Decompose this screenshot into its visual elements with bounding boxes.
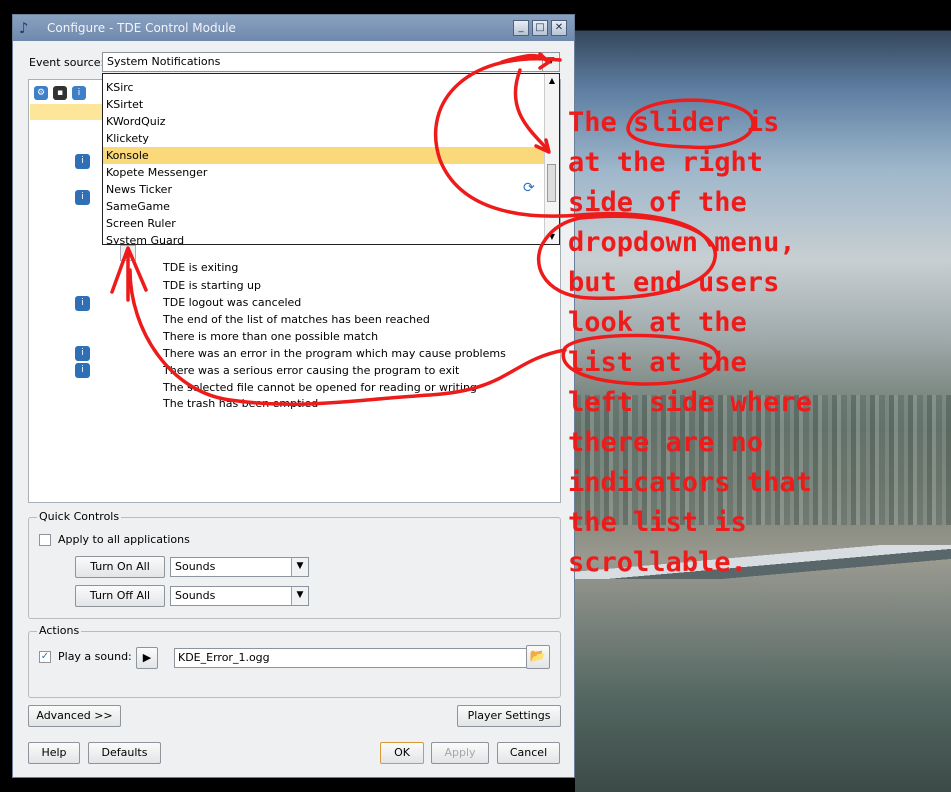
sounds-combo-off[interactable]: Sounds ▼ (170, 586, 309, 606)
info-icon[interactable]: i (72, 86, 86, 100)
chevron-down-icon[interactable]: ▼ (291, 558, 308, 576)
config-icon[interactable]: ⚙ (34, 86, 48, 100)
refresh-icon: ⟳ (523, 180, 535, 196)
dropdown-item[interactable]: Kopete Messenger (103, 164, 546, 181)
sounds-combo-off-value: Sounds (175, 589, 216, 602)
selected-row-highlight (30, 104, 105, 120)
event-row[interactable]: The selected file cannot be opened for r… (163, 381, 477, 394)
event-source-dropdown[interactable]: KSirc KSirtet KWordQuiz Klickety Konsole… (102, 73, 560, 245)
help-button[interactable]: Help (28, 742, 80, 764)
advanced-button[interactable]: Advanced >> (28, 705, 121, 727)
actions-title: Actions (37, 624, 82, 637)
info-icon: i (75, 363, 90, 378)
annotation-text: The slider is at the right side of the d… (568, 107, 829, 578)
row-icon-placeholder (120, 245, 136, 261)
apply-all-checkbox[interactable] (39, 534, 51, 546)
dropdown-item[interactable]: KSirtet (103, 96, 546, 113)
dropdown-scrollbar[interactable]: ▲ ▼ (544, 74, 559, 244)
chevron-down-icon[interactable]: ▼ (291, 587, 308, 605)
dropdown-item[interactable]: Screen Ruler (103, 215, 546, 232)
minimize-button[interactable]: _ (513, 20, 529, 36)
terminal-icon[interactable]: ▪ (53, 86, 67, 100)
play-sound-label: Play a sound: (58, 650, 132, 663)
event-row[interactable]: TDE is starting up (163, 279, 261, 292)
scrollbar-thumb[interactable] (547, 164, 556, 202)
sound-file-field[interactable]: KDE_Error_1.ogg (174, 648, 536, 668)
play-button[interactable]: ▶ (136, 647, 158, 669)
quick-controls-title: Quick Controls (37, 510, 122, 523)
info-icon: i (75, 154, 90, 169)
event-source-label: Event source: (29, 56, 105, 69)
event-source-value: System Notifications (107, 55, 221, 68)
turn-off-all-button[interactable]: Turn Off All (75, 585, 165, 607)
title-bar[interactable]: ♪ Configure - TDE Control Module _ □ ✕ (13, 15, 574, 41)
sounds-combo-on-value: Sounds (175, 560, 216, 573)
dropdown-item[interactable]: Klickety (103, 130, 546, 147)
play-sound-checkbox[interactable]: ✓ (39, 651, 51, 663)
event-row[interactable]: There was a serious error causing the pr… (163, 364, 459, 377)
apply-all-label: Apply to all applications (58, 533, 190, 546)
info-icon: i (75, 190, 90, 205)
event-row[interactable]: TDE logout was canceled (163, 296, 301, 309)
turn-on-all-button[interactable]: Turn On All (75, 556, 165, 578)
play-icon: ▶ (142, 651, 152, 664)
sounds-combo-on[interactable]: Sounds ▼ (170, 557, 309, 577)
info-icon: i (75, 296, 90, 311)
dropdown-item[interactable]: News Ticker (103, 181, 546, 198)
player-settings-button[interactable]: Player Settings (457, 705, 561, 727)
list-toolbar: ⚙ ▪ i (34, 85, 91, 100)
cancel-button[interactable]: Cancel (497, 742, 560, 764)
scroll-up-icon[interactable]: ▲ (545, 74, 559, 88)
apply-button[interactable]: Apply (431, 742, 489, 764)
quick-controls-group: Quick Controls Apply to all applications… (28, 510, 561, 619)
close-button[interactable]: ✕ (551, 20, 567, 36)
dropdown-item[interactable]: KSirc (103, 79, 546, 96)
configure-window: ♪ Configure - TDE Control Module _ □ ✕ E… (12, 14, 575, 778)
chevron-down-icon[interactable]: ▼ (542, 53, 559, 71)
actions-group: Actions ✓ Play a sound: ▶ KDE_Error_1.og… (28, 624, 561, 698)
event-row[interactable]: TDE is exiting (163, 261, 238, 274)
dropdown-item-selected[interactable]: Konsole (103, 147, 546, 164)
event-row[interactable]: The end of the list of matches has been … (163, 313, 430, 326)
scroll-down-icon[interactable]: ▼ (545, 230, 559, 244)
event-row[interactable]: There is more than one possible match (163, 330, 378, 343)
event-source-combo[interactable]: System Notifications ▼ (102, 52, 560, 72)
browse-button[interactable]: 📂 (526, 645, 550, 669)
maximize-button[interactable]: □ (532, 20, 548, 36)
window-title: Configure - TDE Control Module (47, 21, 236, 35)
defaults-button[interactable]: Defaults (88, 742, 161, 764)
dropdown-item[interactable]: SameGame (103, 198, 546, 215)
info-icon: i (75, 346, 90, 361)
dropdown-item[interactable]: KWordQuiz (103, 113, 546, 130)
music-note-icon: ♪ (19, 19, 29, 37)
event-row[interactable]: The trash has been emptied (163, 397, 318, 410)
event-row[interactable]: There was an error in the program which … (163, 347, 506, 360)
folder-open-icon: 📂 (529, 649, 547, 664)
ok-button[interactable]: OK (380, 742, 424, 764)
dropdown-item[interactable]: System Guard (103, 232, 546, 244)
